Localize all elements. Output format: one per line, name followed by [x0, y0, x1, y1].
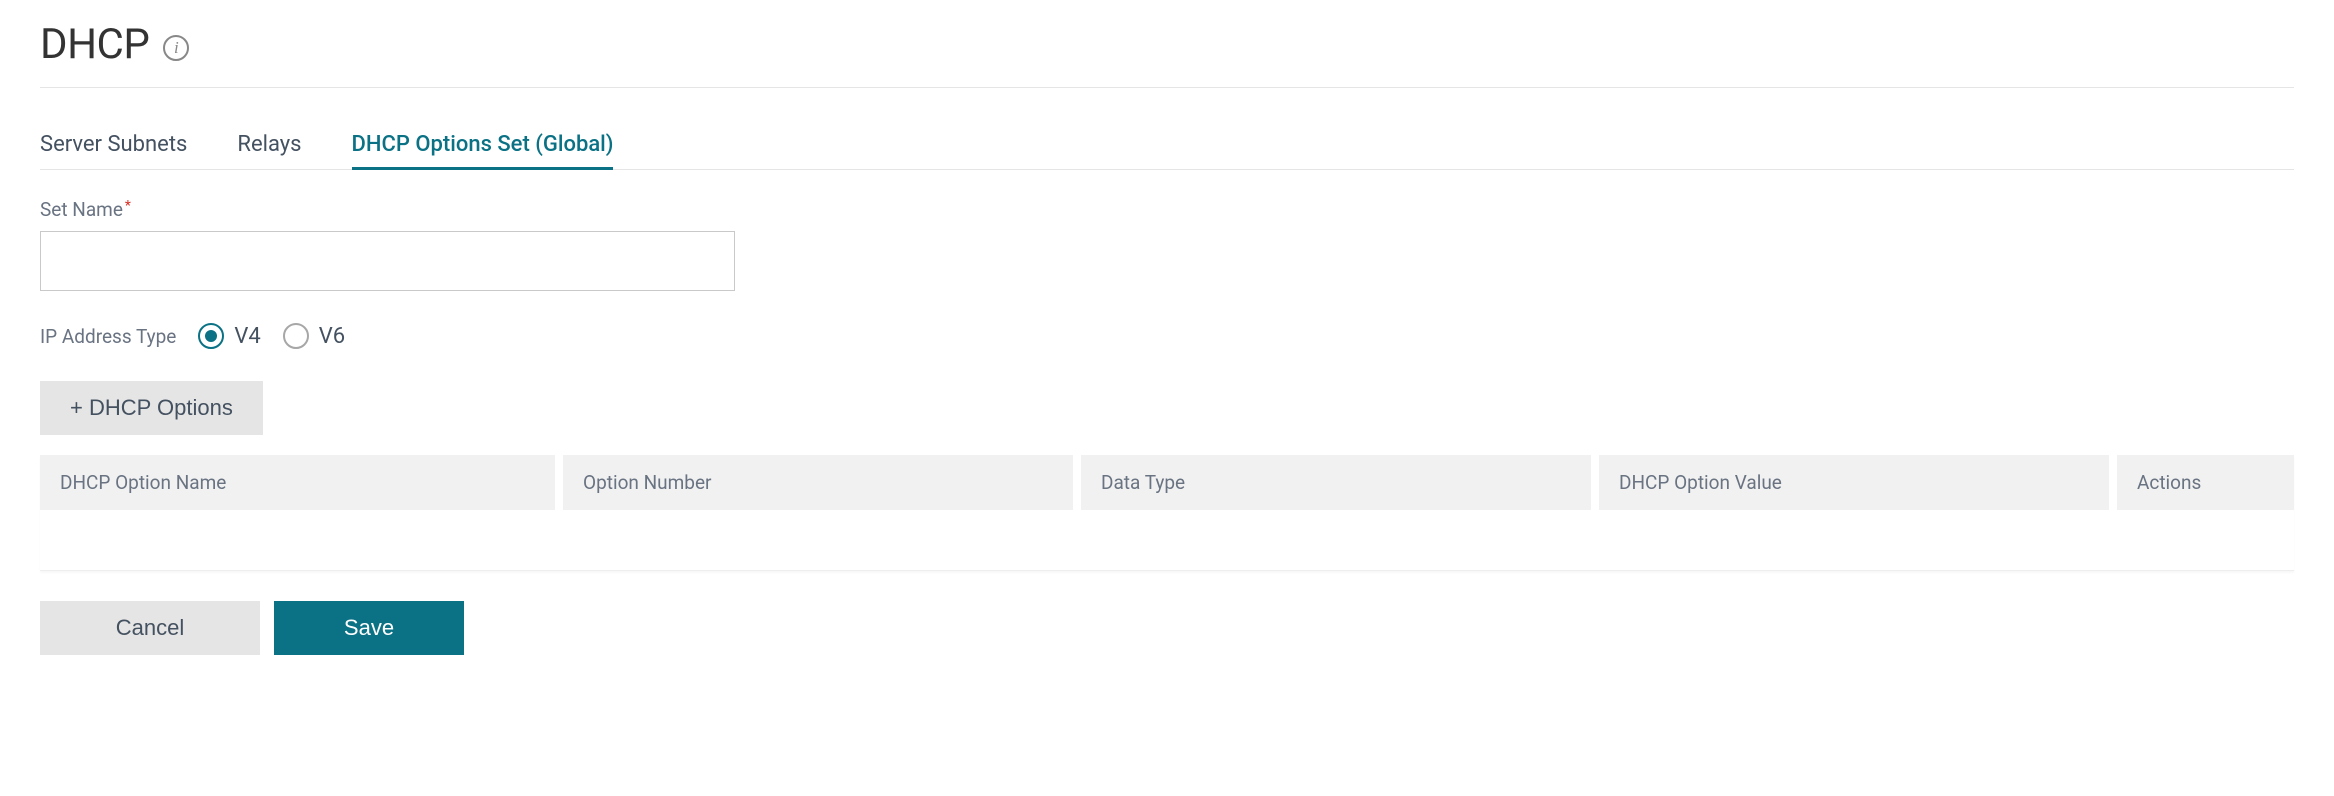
- radio-icon-unchecked: [283, 323, 309, 349]
- radio-v4[interactable]: V4: [198, 323, 260, 349]
- radio-v6[interactable]: V6: [283, 323, 345, 349]
- page-title: DHCP: [40, 20, 149, 69]
- tab-dhcp-options-global[interactable]: DHCP Options Set (Global): [352, 132, 614, 170]
- set-name-field-group: Set Name*: [40, 198, 2294, 291]
- footer-buttons: Cancel Save: [40, 601, 2294, 655]
- tab-label: Relays: [237, 132, 301, 157]
- table-header-row: DHCP Option Name Option Number Data Type…: [40, 455, 2294, 510]
- add-dhcp-options-button[interactable]: + DHCP Options: [40, 381, 263, 435]
- tab-relays[interactable]: Relays: [237, 132, 301, 170]
- cancel-button[interactable]: Cancel: [40, 601, 260, 655]
- th-option-name: DHCP Option Name: [40, 455, 555, 510]
- save-button[interactable]: Save: [274, 601, 464, 655]
- info-icon[interactable]: i: [163, 35, 189, 61]
- tab-label: Server Subnets: [40, 132, 187, 157]
- page-header: DHCP i: [40, 20, 2294, 88]
- th-option-number: Option Number: [563, 455, 1073, 510]
- ip-address-type-group: IP Address Type V4 V6: [40, 323, 2294, 349]
- th-option-value: DHCP Option Value: [1599, 455, 2109, 510]
- radio-v6-label: V6: [319, 324, 345, 349]
- set-name-label: Set Name: [40, 198, 123, 221]
- tabs: Server Subnets Relays DHCP Options Set (…: [40, 132, 2294, 170]
- tab-server-subnets[interactable]: Server Subnets: [40, 132, 187, 170]
- dhcp-options-table: DHCP Option Name Option Number Data Type…: [40, 455, 2294, 571]
- ip-type-label: IP Address Type: [40, 325, 176, 348]
- th-data-type: Data Type: [1081, 455, 1591, 510]
- tab-label: DHCP Options Set (Global): [352, 132, 614, 157]
- form-area: Set Name* IP Address Type V4 V6 + DHCP O…: [40, 198, 2294, 655]
- radio-v4-label: V4: [234, 324, 260, 349]
- radio-icon-checked: [198, 323, 224, 349]
- set-name-input[interactable]: [40, 231, 735, 291]
- th-actions: Actions: [2117, 455, 2294, 510]
- required-asterisk: *: [125, 198, 131, 214]
